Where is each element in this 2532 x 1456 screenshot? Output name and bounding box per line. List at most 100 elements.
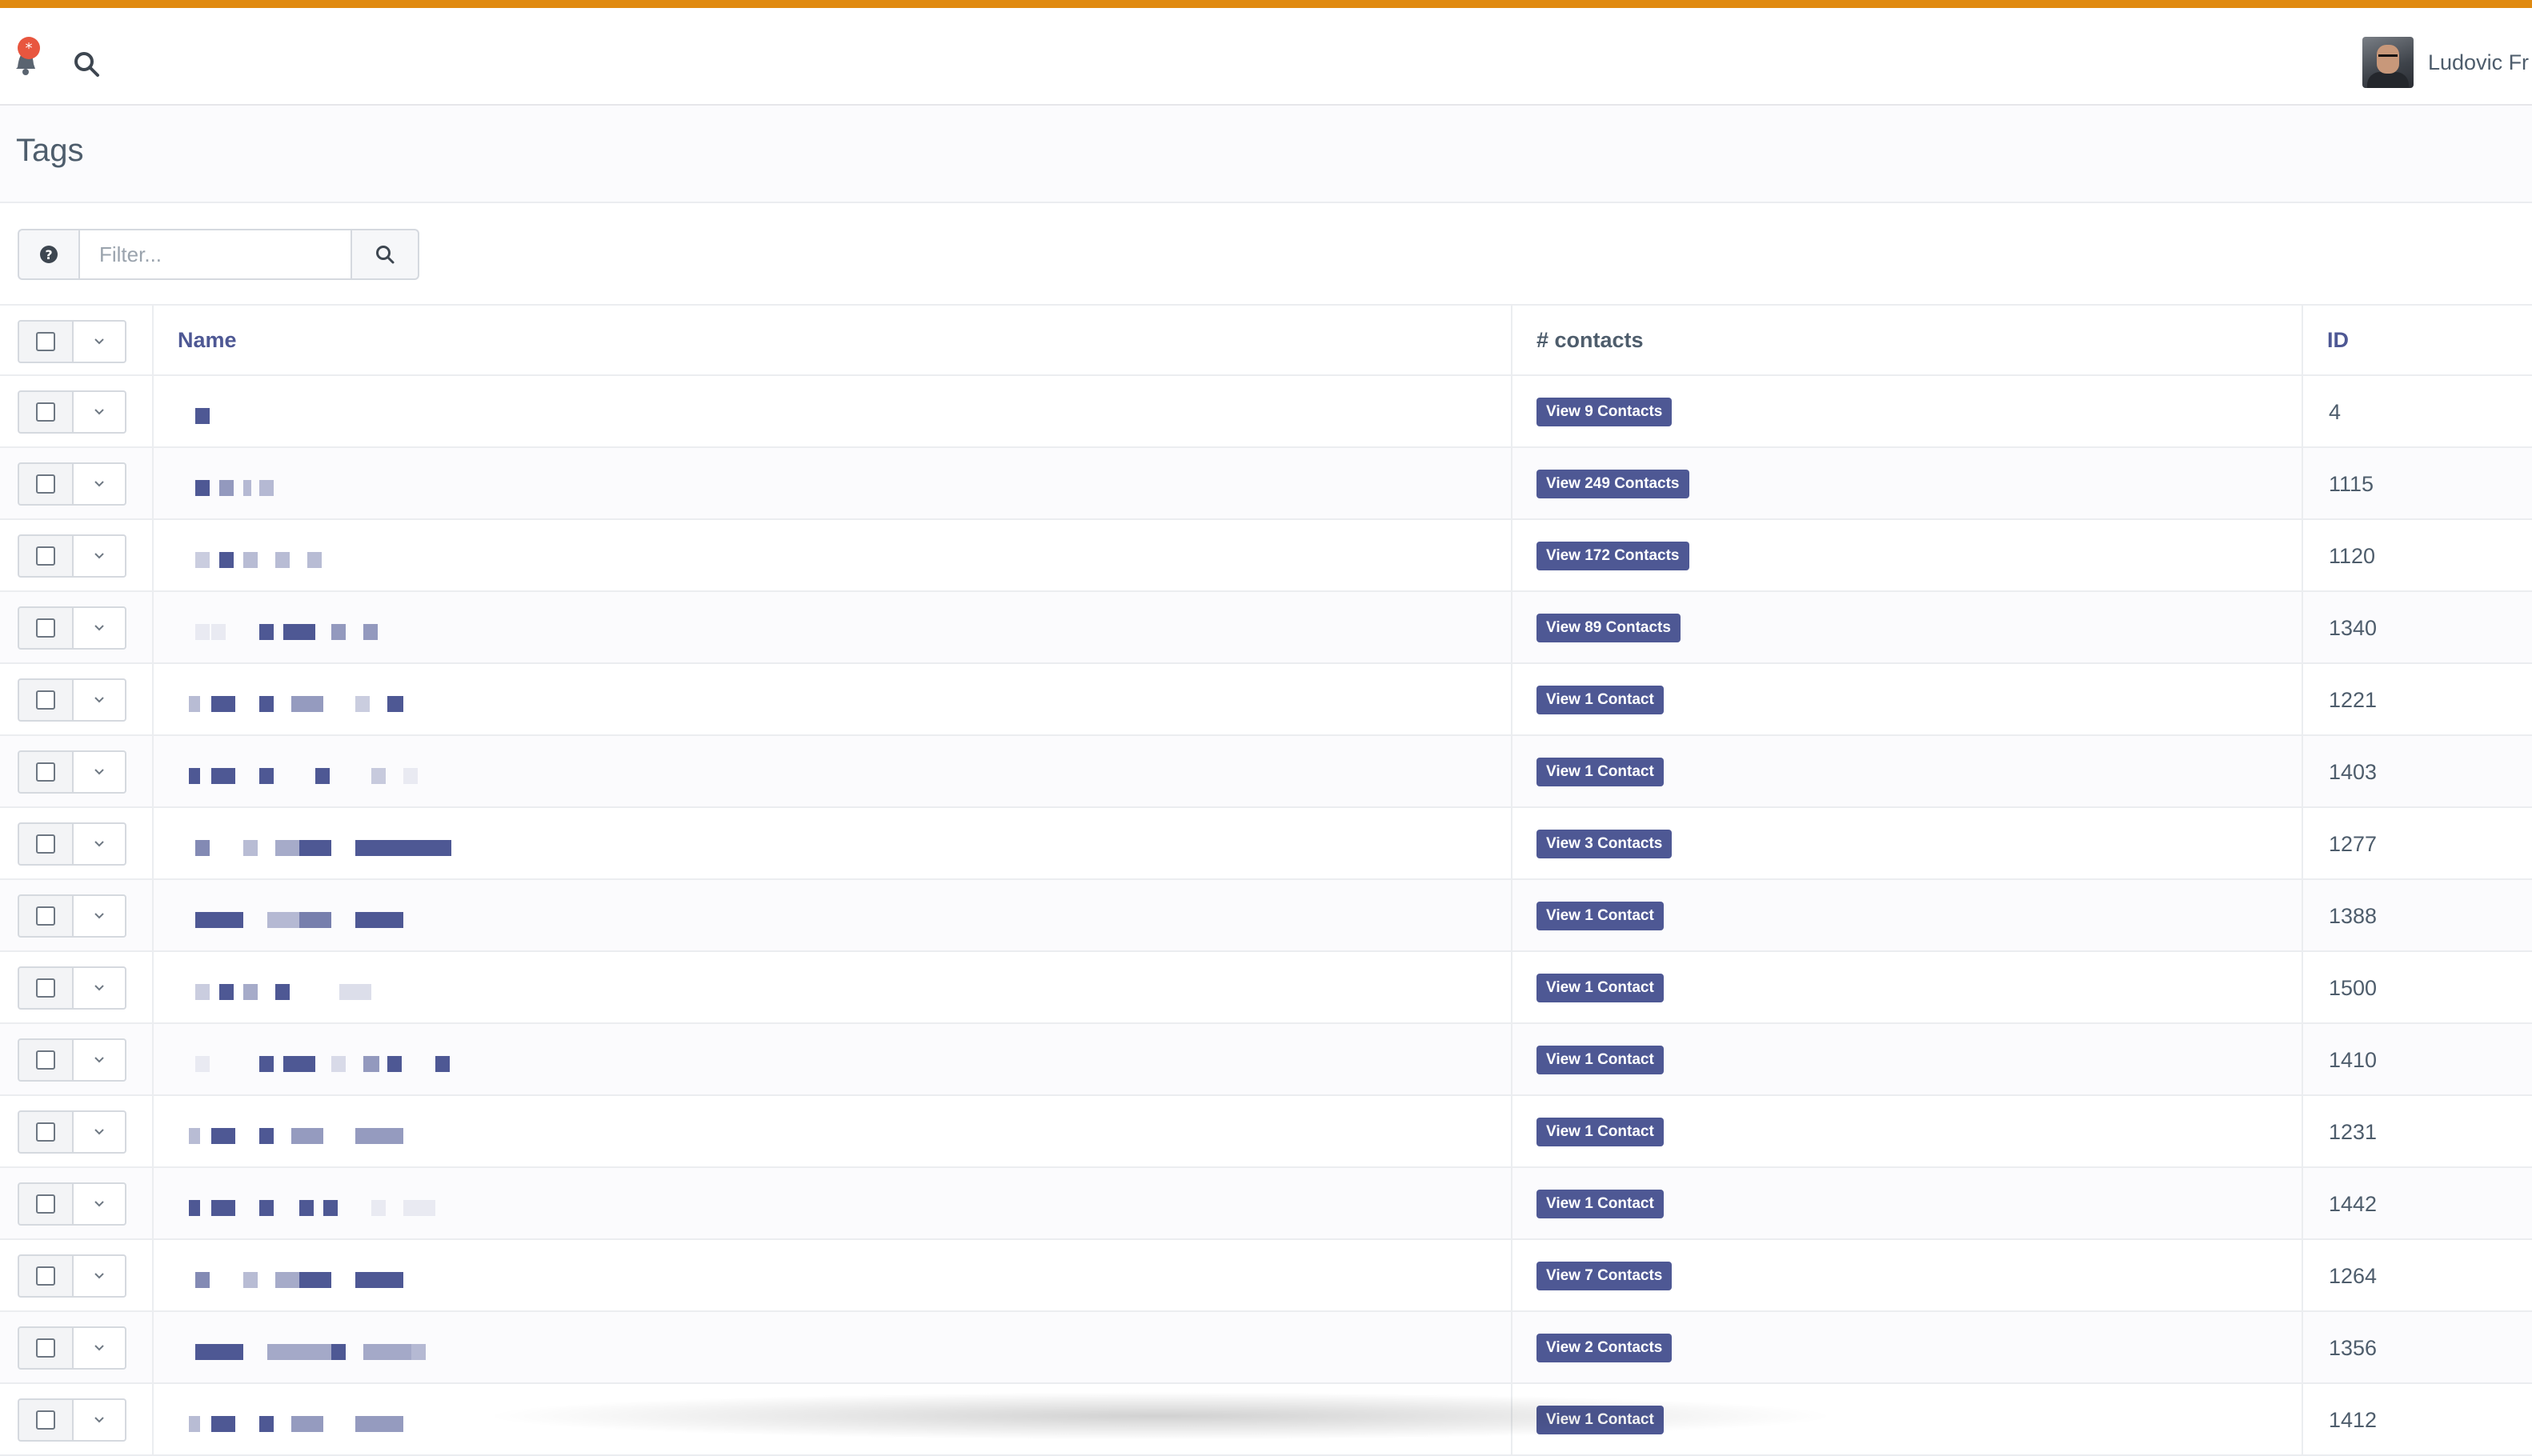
user-menu[interactable]: Ludovic Fr — [2362, 37, 2529, 88]
view-contacts-badge[interactable]: View 1 Contact — [1536, 1190, 1664, 1218]
view-contacts-badge[interactable]: View 1 Contact — [1536, 758, 1664, 786]
redacted-block — [211, 696, 235, 712]
row-actions-dropdown[interactable] — [74, 1110, 126, 1154]
row-actions-dropdown[interactable] — [74, 1398, 126, 1442]
tag-id: 1120 — [2329, 544, 2376, 568]
view-contacts-badge[interactable]: View 1 Contact — [1536, 902, 1664, 930]
view-contacts-badge[interactable]: View 1 Contact — [1536, 1406, 1664, 1434]
row-checkbox[interactable] — [18, 678, 74, 722]
bulk-actions-dropdown[interactable] — [74, 320, 126, 363]
search-icon[interactable] — [72, 50, 101, 78]
table-body: View 9 Contacts 4 View 249 Contacts 1115 Vie… — [0, 376, 2532, 1456]
row-actions-dropdown[interactable] — [74, 534, 126, 578]
tag-name-redacted[interactable] — [174, 984, 479, 1005]
view-contacts-badge[interactable]: View 3 Contacts — [1536, 830, 1673, 858]
table-row: View 1 Contact 1388 — [0, 880, 2532, 952]
view-contacts-badge[interactable]: View 1 Contact — [1536, 974, 1664, 1002]
row-checkbox[interactable] — [18, 966, 74, 1010]
table-row: View 3 Contacts 1277 — [0, 808, 2532, 880]
tag-name-redacted[interactable] — [174, 1344, 479, 1365]
tag-name-redacted[interactable] — [174, 696, 479, 717]
row-actions-dropdown[interactable] — [74, 390, 126, 434]
redacted-block — [259, 768, 274, 784]
view-contacts-badge[interactable]: View 2 Contacts — [1536, 1334, 1673, 1362]
row-checkbox[interactable] — [18, 822, 74, 866]
tag-name-redacted[interactable] — [174, 1272, 479, 1293]
tag-name-redacted[interactable] — [174, 768, 479, 789]
row-actions-dropdown[interactable] — [74, 894, 126, 938]
filter-help-button[interactable]: ? — [18, 229, 78, 280]
row-checkbox[interactable] — [18, 534, 74, 578]
column-header-name[interactable]: Name — [178, 328, 237, 353]
table-row: View 249 Contacts 1115 — [0, 448, 2532, 520]
row-checkbox[interactable] — [18, 1038, 74, 1082]
table-row: View 1 Contact 1231 — [0, 1096, 2532, 1168]
row-actions-dropdown[interactable] — [74, 1326, 126, 1370]
row-actions-dropdown[interactable] — [74, 606, 126, 650]
tag-id: 1412 — [2329, 1408, 2378, 1432]
view-contacts-badge[interactable]: View 89 Contacts — [1536, 614, 1681, 642]
redacted-block — [195, 1056, 210, 1072]
redacted-block — [195, 840, 210, 856]
row-select-group — [18, 1254, 126, 1298]
view-contacts-badge[interactable]: View 1 Contact — [1536, 1046, 1664, 1074]
row-checkbox[interactable] — [18, 606, 74, 650]
row-select-group — [18, 1110, 126, 1154]
row-actions-dropdown[interactable] — [74, 1038, 126, 1082]
tag-name-redacted[interactable] — [174, 408, 479, 429]
row-checkbox[interactable] — [18, 1182, 74, 1226]
row-actions-dropdown[interactable] — [74, 966, 126, 1010]
column-header-id[interactable]: ID — [2327, 328, 2349, 353]
redacted-block — [403, 768, 418, 784]
redacted-block — [189, 768, 200, 784]
view-contacts-badge[interactable]: View 9 Contacts — [1536, 398, 1673, 426]
tag-name-redacted[interactable] — [174, 1416, 479, 1437]
svg-text:?: ? — [45, 247, 52, 262]
view-contacts-badge[interactable]: View 1 Contact — [1536, 1118, 1664, 1146]
tag-name-redacted[interactable] — [174, 912, 479, 933]
tag-name-redacted[interactable] — [174, 1056, 479, 1077]
row-select-group — [18, 1182, 126, 1226]
tag-id: 1356 — [2329, 1336, 2378, 1360]
redacted-block — [363, 1344, 411, 1360]
tag-name-redacted[interactable] — [174, 624, 479, 645]
redacted-block — [387, 1416, 403, 1432]
redacted-block — [283, 624, 315, 640]
row-actions-dropdown[interactable] — [74, 678, 126, 722]
tag-name-redacted[interactable] — [174, 1128, 479, 1149]
top-navbar: * Ludovic Fr — [0, 0, 2532, 106]
tag-name-redacted[interactable] — [174, 1200, 479, 1221]
redacted-block — [195, 408, 210, 424]
row-checkbox[interactable] — [18, 390, 74, 434]
select-all-checkbox[interactable] — [18, 320, 74, 363]
row-actions-dropdown[interactable] — [74, 750, 126, 794]
notifications-bell-icon[interactable]: * — [11, 35, 51, 80]
filter-search-button[interactable] — [352, 229, 419, 280]
row-checkbox[interactable] — [18, 1398, 74, 1442]
view-contacts-badge[interactable]: View 172 Contacts — [1536, 542, 1689, 570]
redacted-block — [219, 552, 234, 568]
row-actions-dropdown[interactable] — [74, 822, 126, 866]
row-checkbox[interactable] — [18, 1254, 74, 1298]
redacted-block — [195, 480, 210, 496]
redacted-block — [411, 1344, 426, 1360]
row-checkbox[interactable] — [18, 894, 74, 938]
row-actions-dropdown[interactable] — [74, 462, 126, 506]
redacted-block — [363, 1056, 379, 1072]
tag-name-redacted[interactable] — [174, 480, 479, 501]
filter-input[interactable] — [78, 229, 352, 280]
row-checkbox[interactable] — [18, 750, 74, 794]
row-checkbox[interactable] — [18, 462, 74, 506]
tag-name-redacted[interactable] — [174, 840, 479, 861]
page-header: Tags — [0, 106, 2532, 203]
row-actions-dropdown[interactable] — [74, 1182, 126, 1226]
view-contacts-badge[interactable]: View 1 Contact — [1536, 686, 1664, 714]
row-checkbox[interactable] — [18, 1110, 74, 1154]
tag-name-redacted[interactable] — [174, 552, 479, 573]
row-checkbox[interactable] — [18, 1326, 74, 1370]
redacted-block — [189, 1128, 200, 1144]
view-contacts-badge[interactable]: View 249 Contacts — [1536, 470, 1689, 498]
row-actions-dropdown[interactable] — [74, 1254, 126, 1298]
view-contacts-badge[interactable]: View 7 Contacts — [1536, 1262, 1673, 1290]
redacted-block — [355, 1416, 387, 1432]
